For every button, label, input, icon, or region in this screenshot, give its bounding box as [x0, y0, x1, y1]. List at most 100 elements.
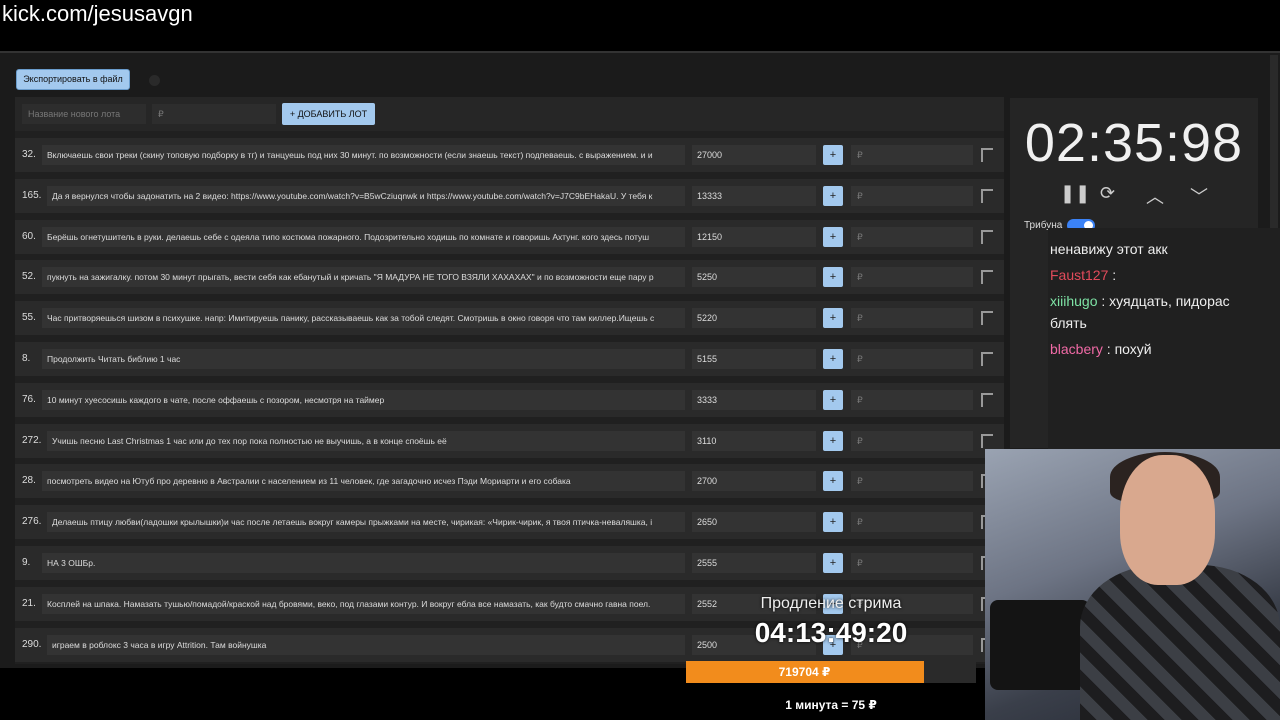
- lot-description[interactable]: Делаешь птицу любви(ладошки крылышки)и ч…: [47, 512, 685, 533]
- lot-donate-input[interactable]: ₽: [851, 553, 973, 573]
- lot-amount[interactable]: 5220: [692, 308, 816, 329]
- lot-number: 32.: [22, 149, 36, 160]
- lot-description[interactable]: Да я вернулся чтобы задонатить на 2 виде…: [47, 185, 685, 206]
- lot-row: 272. Учишь песню Last Christmas 1 час или…: [15, 423, 1004, 458]
- new-lot-name-input[interactable]: Название нового лота: [22, 104, 146, 124]
- lot-donate-input[interactable]: ₽: [851, 430, 973, 451]
- lot-row: 9. НА 3 ОШБр. 2555 + ₽: [15, 546, 1004, 580]
- chat-message: Faust127 :: [1050, 267, 1117, 283]
- extension-rate: 1 минута = 75 ₽: [785, 698, 877, 712]
- lot-amount[interactable]: 2700: [692, 471, 816, 492]
- extension-timer: 04:13:49:20: [754, 617, 908, 648]
- extension-amount: 719704 ₽: [778, 665, 831, 679]
- lot-amount[interactable]: 5155: [692, 349, 816, 369]
- lot-add-button[interactable]: +: [823, 185, 843, 206]
- chevron-down-icon[interactable]: ﹀: [1190, 183, 1208, 209]
- lot-image-icon[interactable]: [981, 433, 993, 448]
- chat-user: xiiihugo: [1050, 293, 1098, 309]
- streamer-shirt: [1080, 565, 1280, 720]
- chat-user: blacbery: [1050, 341, 1103, 357]
- chat-message: xiiihugo : хуядцать, пидорас: [1050, 293, 1230, 309]
- lot-image-icon[interactable]: [981, 229, 993, 244]
- url-bar: kick.com/jesusavgn: [2, 1, 193, 26]
- lot-description[interactable]: Включаешь свои треки (скину топовую подб…: [42, 145, 685, 165]
- lot-row: 76. 10 минут хуесосишь каждого в чате, по…: [15, 382, 1004, 417]
- lot-number: 8.: [22, 353, 31, 364]
- lot-add-button[interactable]: +: [823, 145, 843, 165]
- lot-row: 8. Продолжить Читать библию 1 час 5155 + ₽: [15, 342, 1004, 376]
- lot-add-button[interactable]: +: [823, 512, 843, 533]
- lot-description[interactable]: пукнуть на зажигалку. потом 30 минут пры…: [42, 267, 685, 288]
- lot-row: 165. Да я вернулся чтобы задонатить на 2 …: [15, 178, 1004, 213]
- lot-description[interactable]: Продолжить Читать библию 1 час: [42, 349, 685, 369]
- lot-donate-input[interactable]: ₽: [851, 145, 973, 165]
- lot-amount[interactable]: 5250: [692, 267, 816, 288]
- lot-amount[interactable]: 2650: [692, 512, 816, 533]
- lot-image-icon[interactable]: [981, 188, 993, 203]
- lot-amount[interactable]: 12150: [692, 226, 816, 247]
- chat-panel: ненавижу этот акк Faust127 : xiiihugo : …: [1048, 228, 1280, 460]
- lot-add-button[interactable]: +: [823, 308, 843, 329]
- lot-donate-input[interactable]: ₽: [851, 512, 973, 533]
- lot-number: 290.: [22, 638, 42, 650]
- add-lot-button[interactable]: + ДОБАВИТЬ ЛОТ: [282, 103, 375, 125]
- lot-add-button[interactable]: +: [823, 389, 843, 410]
- lot-number: 9.: [22, 557, 31, 568]
- reset-icon[interactable]: ⟳: [1100, 183, 1115, 204]
- lot-description[interactable]: Час притворяешься шизом в психушке. напр…: [42, 308, 685, 329]
- chat-message: blacbery : похуй: [1050, 341, 1152, 357]
- lot-amount[interactable]: 2555: [692, 553, 816, 573]
- extension-label: Продление стрима: [760, 595, 902, 612]
- lot-add-button[interactable]: +: [823, 430, 843, 451]
- chevron-up-icon[interactable]: ︿: [1146, 183, 1164, 209]
- lot-description[interactable]: НА 3 ОШБр.: [42, 553, 685, 573]
- lot-donate-input[interactable]: ₽: [851, 226, 973, 247]
- lot-donate-input[interactable]: ₽: [851, 349, 973, 369]
- lot-description[interactable]: играем в роблокс 3 часа в игру Attrition…: [47, 634, 685, 655]
- lot-description[interactable]: посмотреть видео на Ютуб про деревню в А…: [42, 471, 685, 492]
- lot-number: 28.: [22, 475, 36, 487]
- lot-image-icon[interactable]: [981, 311, 993, 326]
- lot-row: 28. посмотреть видео на Ютуб про деревню …: [15, 464, 1004, 499]
- lot-number: 276.: [22, 516, 42, 528]
- lot-add-button[interactable]: +: [823, 349, 843, 369]
- lot-row: 276. Делаешь птицу любви(ладошки крылышки…: [15, 505, 1004, 540]
- lot-image-icon[interactable]: [981, 392, 993, 407]
- lot-donate-input[interactable]: ₽: [851, 389, 973, 410]
- lot-number: 21.: [22, 597, 36, 609]
- lot-description[interactable]: Учишь песню Last Christmas 1 час или до …: [47, 430, 685, 451]
- lot-row: 52. пукнуть на зажигалку. потом 30 минут …: [15, 260, 1004, 295]
- lot-row: 60. Берёшь огнетушитель в руки. делаешь с…: [15, 219, 1004, 254]
- lot-add-button[interactable]: +: [823, 553, 843, 573]
- export-button[interactable]: Экспортировать в файл: [16, 69, 130, 90]
- lot-donate-input[interactable]: ₽: [851, 267, 973, 288]
- pause-icon[interactable]: ❚❚: [1060, 183, 1090, 204]
- lot-add-button[interactable]: +: [823, 471, 843, 492]
- chat-user: Faust127: [1050, 267, 1109, 283]
- lot-amount[interactable]: 3110: [692, 430, 816, 451]
- lot-donate-input[interactable]: ₽: [851, 185, 973, 206]
- lot-number: 55.: [22, 312, 36, 324]
- lot-number: 165.: [22, 189, 42, 201]
- streamer-face: [1120, 455, 1215, 585]
- lot-amount[interactable]: 13333: [692, 185, 816, 206]
- lot-add-button[interactable]: +: [823, 226, 843, 247]
- lot-image-icon[interactable]: [981, 270, 993, 285]
- lot-number: 272.: [22, 434, 42, 446]
- lot-row: 55. Час притворяешься шизом в психушке. н…: [15, 301, 1004, 336]
- timer-display: 02:35:98: [1024, 113, 1244, 173]
- status-dot: [149, 75, 160, 86]
- lot-amount[interactable]: 3333: [692, 389, 816, 410]
- lot-donate-input[interactable]: ₽: [851, 471, 973, 492]
- lot-description[interactable]: Косплей на шпака. Намазать тушью/помадой…: [42, 593, 685, 614]
- new-lot-amount-input[interactable]: ₽: [152, 104, 276, 124]
- lot-image-icon[interactable]: [981, 148, 993, 162]
- lot-amount[interactable]: 27000: [692, 145, 816, 165]
- lot-description[interactable]: 10 минут хуесосишь каждого в чате, после…: [42, 389, 685, 410]
- chat-message: блять: [1050, 315, 1087, 331]
- lot-description[interactable]: Берёшь огнетушитель в руки. делаешь себе…: [42, 226, 685, 247]
- lot-donate-input[interactable]: ₽: [851, 308, 973, 329]
- lot-add-button[interactable]: +: [823, 267, 843, 288]
- lot-image-icon[interactable]: [981, 352, 993, 366]
- lot-number: 76.: [22, 393, 36, 405]
